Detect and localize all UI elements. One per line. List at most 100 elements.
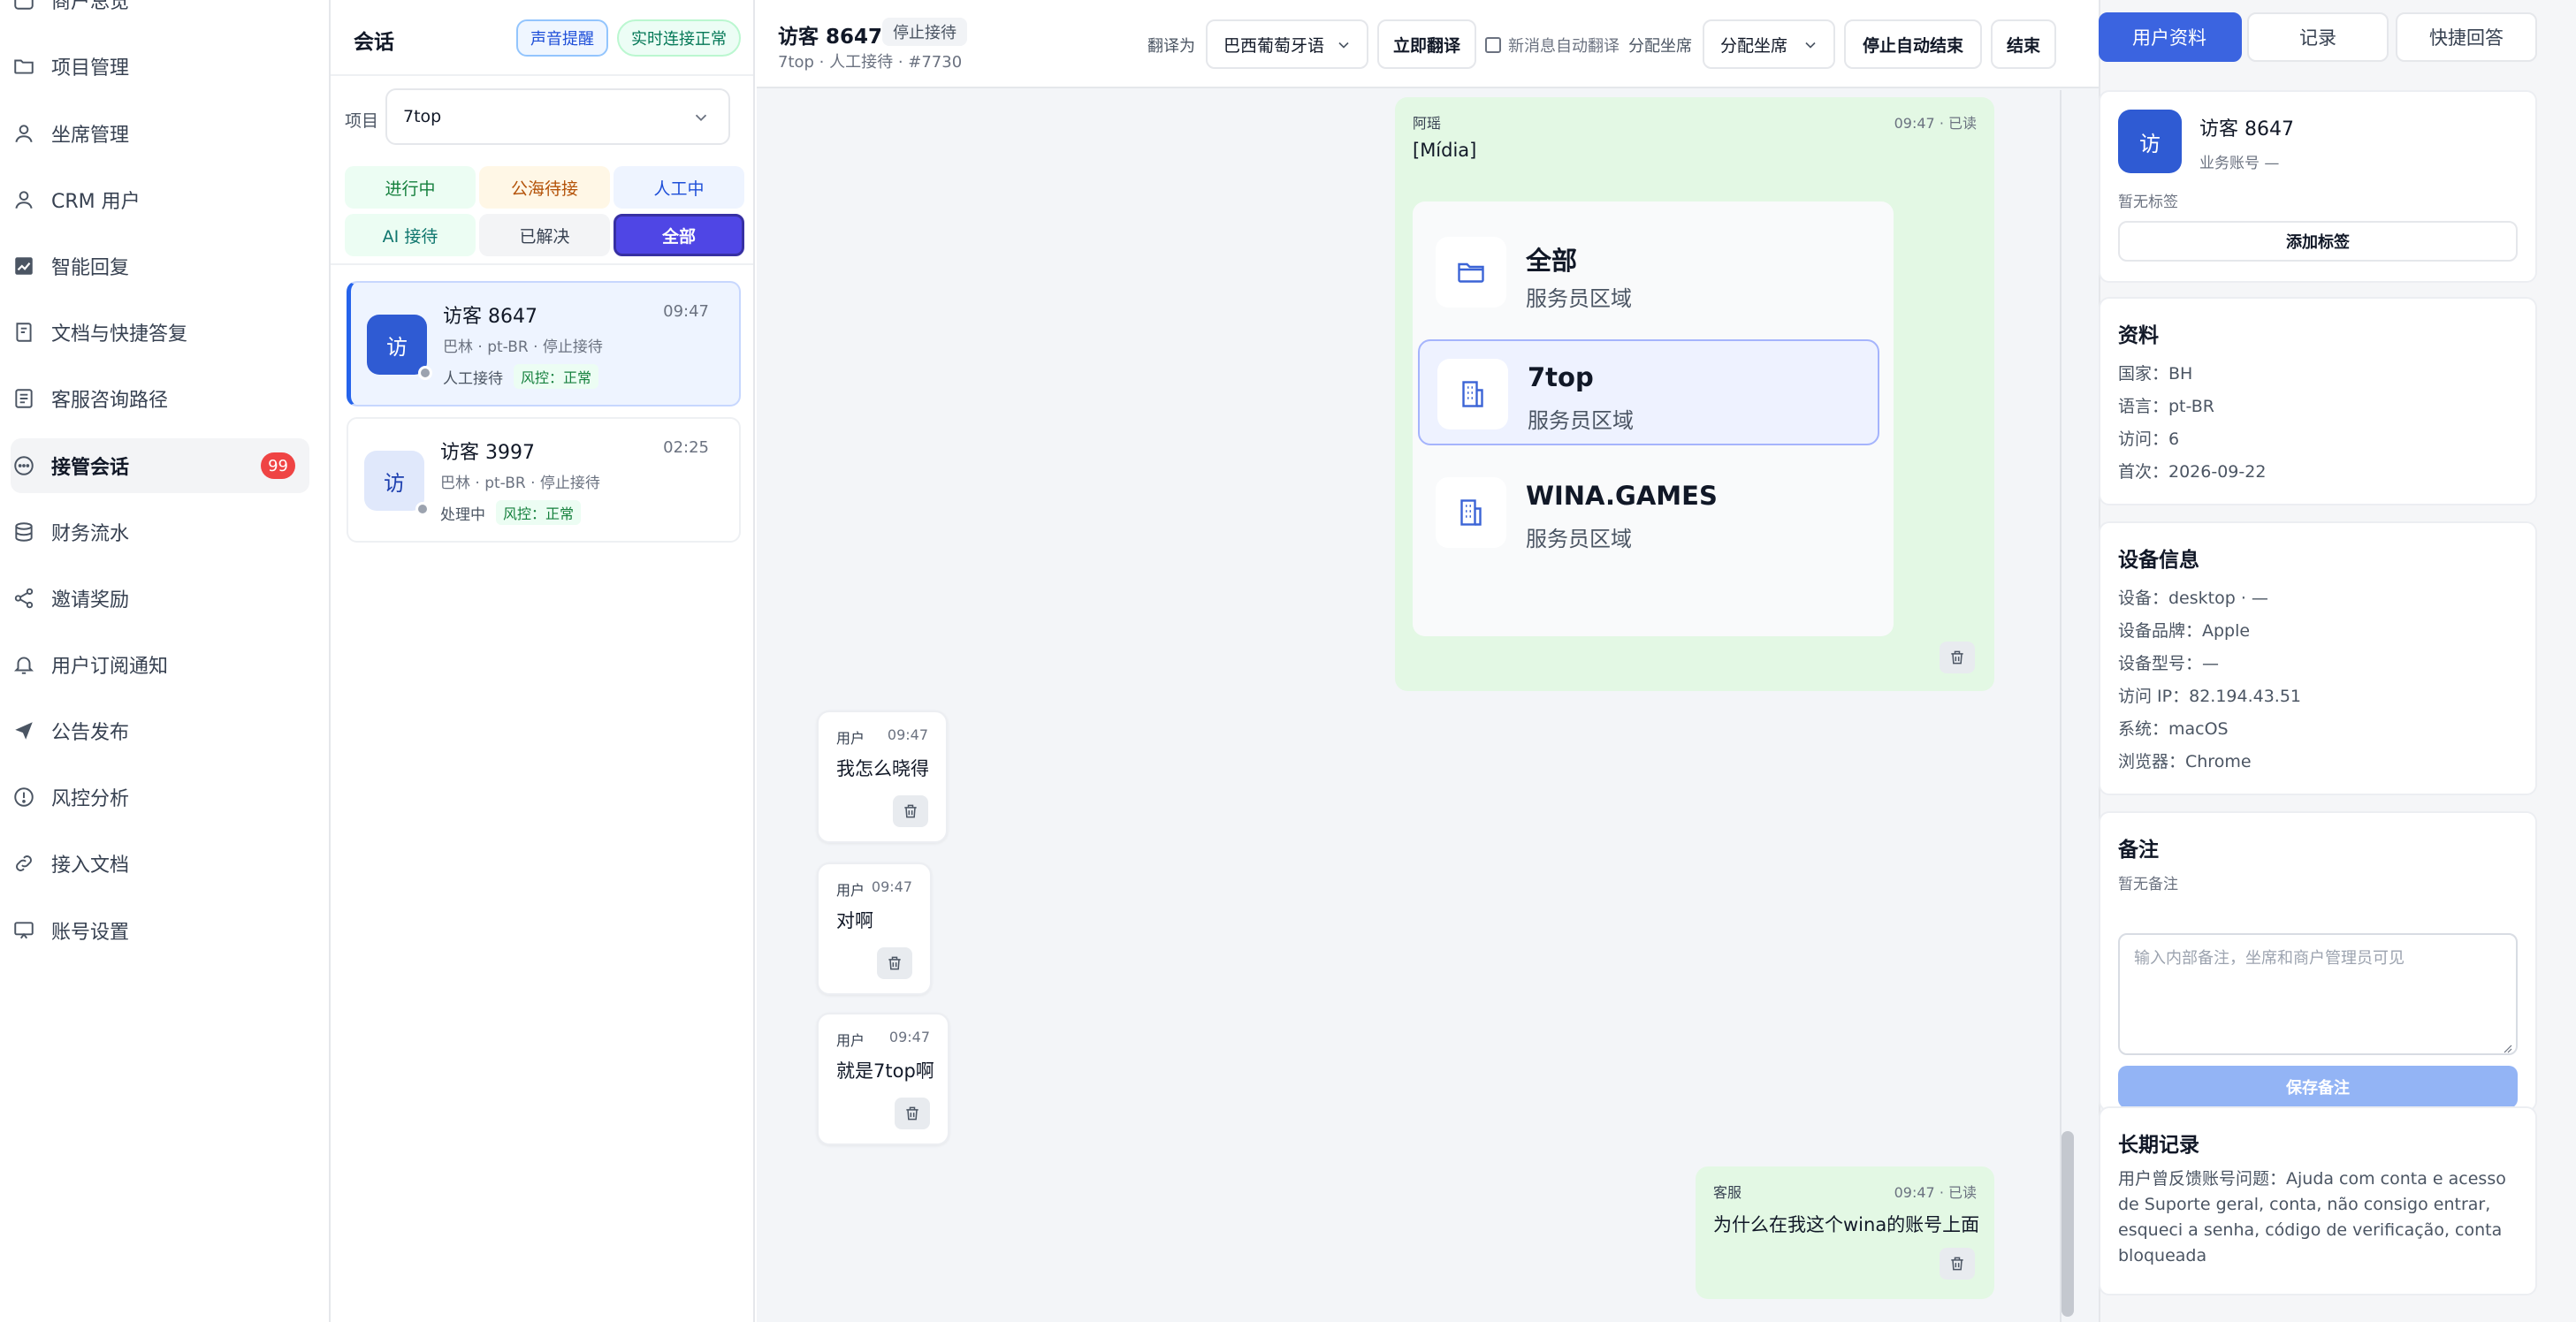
no-notes-text: 暂无备注 [2118, 876, 2178, 893]
nav-label: 智能回复 [51, 257, 130, 279]
profile-info-card: 资料 国家：BH 语言：pt-BR 访问：6 首次：2026-09-22 [2099, 297, 2537, 505]
media-item-title: WINA.GAMES [1526, 481, 1718, 511]
alert-icon [12, 786, 35, 809]
nav-item-subscriptions[interactable]: 用户订阅通知 [11, 637, 309, 692]
filter-resolved[interactable]: 已解决 [479, 214, 610, 256]
auto-translate-checkbox[interactable]: 新消息自动翻译 [1485, 34, 1620, 57]
nav-item-docs-quick-replies[interactable]: 文档与快捷答复 [11, 305, 309, 360]
info-language: 语言：pt-BR [2118, 397, 2214, 416]
document-icon [12, 387, 35, 410]
user-message: 用户 09:47 我怎么晓得 [817, 710, 948, 843]
filter-ongoing[interactable]: 进行中 [345, 166, 476, 209]
message-time: 09:47 [887, 726, 928, 743]
user-name: 访客 8647 [2199, 118, 2294, 141]
avatar-initial: 访 [386, 334, 408, 360]
assign-agent-select[interactable]: 分配坐席 [1703, 19, 1835, 69]
avatar: 访 [367, 315, 432, 380]
checkbox-box[interactable] [1485, 37, 1501, 53]
conversation-header: 会话 声音提醒 实时连接正常 [331, 0, 753, 76]
stop-auto-end-button[interactable]: 停止自动结束 [1844, 19, 1982, 69]
assign-agent-value: 分配坐席 [1720, 35, 1788, 56]
nav-item-projects[interactable]: 项目管理 [11, 39, 309, 94]
tab-label: 快捷回答 [2429, 27, 2504, 49]
device-browser: 浏览器：Chrome [2118, 752, 2252, 771]
resize-handle-icon[interactable] [2502, 1039, 2512, 1053]
nav-label: 接管会话 [51, 457, 130, 479]
chat-header: 访客 8647 停止接待 7top · 人工接待 · #7730 翻译为 巴西葡… [757, 0, 2099, 88]
chevron-down-icon [1802, 36, 1819, 54]
project-select[interactable]: 7top [385, 88, 730, 145]
risk-badge: 风控：正常 [514, 364, 599, 389]
delete-message-button[interactable] [895, 1098, 930, 1129]
device-model: 设备型号：— [2118, 654, 2220, 673]
nav-item-invite-rewards[interactable]: 邀请奖励 [11, 571, 309, 626]
nav-item-announcements[interactable]: 公告发布 [11, 703, 309, 758]
media-item-all[interactable]: 全部 服务员区域 [1418, 219, 1879, 325]
media-item-wina-games[interactable]: WINA.GAMES 服务员区域 [1418, 460, 1879, 566]
filter-all[interactable]: 全部 [614, 214, 744, 256]
share-icon [12, 587, 35, 610]
media-item-subtitle: 服务员区域 [1526, 527, 1632, 551]
send-icon [12, 719, 35, 742]
note-textarea[interactable]: 输入内部备注，坐席和商户管理员可见 [2118, 933, 2518, 1055]
nav-item-integration-docs[interactable]: 接入文档 [11, 836, 309, 891]
media-item-title: 7top [1528, 362, 1594, 392]
card-title: 设备信息 [2118, 549, 2199, 572]
message-time: 09:47 · 已读 [1894, 1184, 1977, 1201]
info-country: 国家：BH [2118, 364, 2193, 384]
tab-user-profile[interactable]: 用户资料 [2099, 12, 2240, 62]
tab-records[interactable]: 记录 [2247, 12, 2389, 62]
media-item-7top[interactable]: 7top 服务员区域 [1418, 339, 1879, 445]
main-nav: 商户总览 项目管理 坐席管理 CRM 用户 智能回复 文档与快捷答复 客服咨询路… [0, 0, 331, 1322]
nav-item-finance[interactable]: 财务流水 [11, 505, 309, 559]
scrollbar-thumb[interactable] [2062, 1131, 2074, 1317]
avatar-initial: 访 [2139, 131, 2161, 156]
nav-item-consult-path[interactable]: 客服咨询路径 [11, 371, 309, 426]
conversation-name: 访客 3997 [440, 442, 535, 464]
delete-message-button[interactable] [1940, 642, 1975, 673]
conversation-status: 处理中 [440, 505, 485, 524]
nav-label: 客服咨询路径 [51, 390, 169, 412]
nav-label: 接入文档 [51, 855, 130, 877]
translate-language-value: 巴西葡萄牙语 [1223, 35, 1325, 56]
card-title: 备注 [2118, 839, 2159, 862]
message-time: 09:47 · 已读 [1894, 115, 1977, 132]
end-session-button[interactable]: 结束 [1991, 19, 2056, 69]
sound-alert-toggle[interactable]: 声音提醒 [516, 19, 608, 57]
user-message: 用户 09:47 就是7top啊 [817, 1013, 949, 1145]
notes-card: 备注 暂无备注 输入内部备注，坐席和商户管理员可见 保存备注 [2099, 811, 2537, 1112]
tab-quick-replies[interactable]: 快捷回答 [2396, 12, 2537, 62]
nav-item-smart-reply[interactable]: 智能回复 [11, 239, 309, 293]
note-placeholder: 输入内部备注，坐席和商户管理员可见 [2134, 949, 2405, 968]
delete-message-button[interactable] [1940, 1248, 1975, 1280]
save-note-button[interactable]: 保存备注 [2118, 1066, 2518, 1108]
conversation-item[interactable]: 访 访客 3997 02:25 巴林 · pt-BR · 停止接待 处理中 风控… [347, 417, 741, 543]
translate-language-select[interactable]: 巴西葡萄牙语 [1206, 19, 1368, 69]
delete-message-button[interactable] [893, 795, 928, 827]
filter-public-pool[interactable]: 公海待接 [479, 166, 610, 209]
media-item-title: 全部 [1526, 246, 1578, 276]
nav-item-crm-users[interactable]: CRM 用户 [11, 172, 309, 227]
nav-label: 账号设置 [51, 922, 130, 944]
home-icon [12, 0, 35, 11]
avatar-initial: 访 [384, 470, 405, 496]
filter-ai-reception[interactable]: AI 接待 [345, 214, 476, 256]
delete-message-button[interactable] [877, 947, 912, 979]
nav-item-takeover-sessions[interactable]: 接管会话 99 [11, 438, 309, 493]
conversation-item-selected[interactable]: 访 访客 8647 09:47 巴林 · pt-BR · 停止接待 人工接待 风… [347, 281, 741, 406]
add-tag-button[interactable]: 添加标签 [2118, 221, 2518, 262]
device-brand: 设备品牌：Apple [2118, 621, 2251, 641]
nav-item-agents[interactable]: 坐席管理 [11, 106, 309, 161]
agent-message: 客服 09:47 · 已读 为什么在我这个wina的账号上面 [1696, 1166, 1994, 1299]
translate-now-button[interactable]: 立即翻译 [1377, 19, 1476, 69]
nav-item-risk-analysis[interactable]: 风控分析 [11, 770, 309, 824]
nav-item-merchant-overview[interactable]: 商户总览 [11, 0, 309, 27]
message-sender: 用户 [836, 1032, 865, 1049]
message-text: 为什么在我这个wina的账号上面 [1713, 1214, 1980, 1235]
chat-icon [12, 454, 35, 477]
filter-manual[interactable]: 人工中 [614, 166, 744, 209]
connection-status-badge: 实时连接正常 [617, 19, 741, 57]
tab-label: 记录 [2299, 27, 2336, 49]
conversation-panel: 会话 声音提醒 实时连接正常 项目 7top 进行中 公海待接 人工中 AI 接… [331, 0, 755, 1322]
nav-item-account-settings[interactable]: 账号设置 [11, 903, 309, 958]
